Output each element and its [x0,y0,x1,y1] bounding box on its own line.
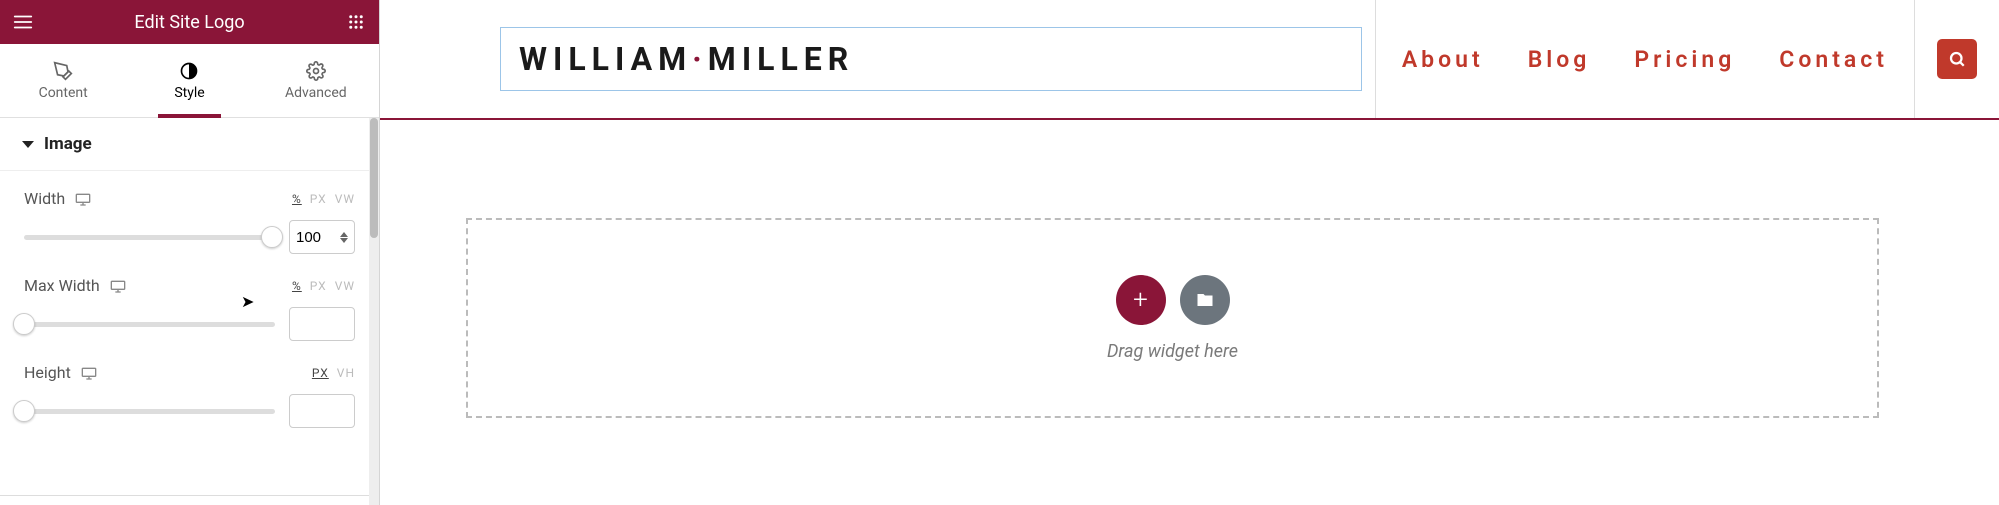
unit-vw[interactable]: VW [335,192,355,206]
height-slider-thumb[interactable] [13,400,35,422]
tab-content-label: Content [39,85,88,101]
width-input-box [289,220,355,254]
tab-advanced-label: Advanced [285,85,347,101]
sidebar-scrollbar[interactable] [369,118,379,505]
section-image-header[interactable]: Image [0,118,379,171]
site-logo-text: WILLIAM·MILLER [519,40,1343,78]
height-slider[interactable] [24,409,275,414]
add-section-button[interactable]: + [1116,275,1166,325]
responsive-icon[interactable] [75,192,91,206]
unit-px[interactable]: PX [312,366,329,380]
dropzone-hint: Drag widget here [1107,341,1238,362]
search-icon [1948,50,1966,68]
nav-about[interactable]: About [1402,46,1484,73]
site-nav: About Blog Pricing Contact [1375,0,1914,118]
logo-first: WILLIAM [519,40,692,78]
max-width-slider[interactable] [24,322,275,327]
image-controls: Width % PX VW [0,171,379,460]
logo-last: MILLER [708,40,855,78]
menu-icon[interactable] [12,11,34,33]
control-max-width: Max Width % PX VW [24,276,355,341]
section-image-label: Image [44,134,92,154]
unit-vh[interactable]: VH [337,366,355,380]
unit-px[interactable]: PX [310,279,327,293]
scrollbar-thumb[interactable] [370,118,378,238]
width-units: % PX VW [292,192,355,206]
unit-percent[interactable]: % [292,279,302,293]
responsive-icon[interactable] [110,279,126,293]
sidebar-header: Edit Site Logo [0,0,379,44]
control-height: Height PX VH [24,363,355,428]
nav-contact[interactable]: Contact [1779,46,1888,73]
unit-px[interactable]: PX [310,192,327,206]
responsive-icon[interactable] [81,366,97,380]
editor-tabs: Content Style Advanced [0,44,379,118]
tab-style[interactable]: Style [126,44,252,117]
preview-canvas: WILLIAM·MILLER About Blog Pricing Contac… [380,0,1999,505]
unit-vw[interactable]: VW [335,279,355,293]
chevron-down-icon [22,141,34,148]
tab-content[interactable]: Content [0,44,126,117]
height-label: Height [24,363,71,382]
tab-advanced[interactable]: Advanced [253,44,379,117]
logo-dot: · [692,40,708,78]
max-width-input[interactable] [296,316,330,333]
width-slider-thumb[interactable] [261,226,283,248]
editor-sidebar: Edit Site Logo Content Style Advanced Im… [0,0,380,505]
sidebar-title: Edit Site Logo [34,12,345,33]
width-slider[interactable] [24,235,275,240]
site-header: WILLIAM·MILLER About Blog Pricing Contac… [380,0,1999,120]
width-label: Width [24,189,65,208]
widget-dropzone[interactable]: + Drag widget here [466,218,1879,418]
apps-grid-icon[interactable] [345,11,367,33]
nav-blog[interactable]: Blog [1528,46,1591,73]
max-width-units: % PX VW [292,279,355,293]
width-step-up[interactable] [340,232,348,237]
site-logo-widget[interactable]: WILLIAM·MILLER [500,27,1362,91]
height-units: PX VH [312,366,355,380]
tab-style-label: Style [174,85,204,101]
nav-pricing[interactable]: Pricing [1634,46,1735,73]
template-library-button[interactable] [1180,275,1230,325]
max-width-label: Max Width [24,276,100,295]
divider [0,495,370,496]
control-width: Width % PX VW [24,189,355,254]
unit-percent[interactable]: % [292,192,302,206]
folder-icon [1195,291,1215,309]
max-width-slider-thumb[interactable] [13,313,35,335]
height-input-box [289,394,355,428]
search-button[interactable] [1937,39,1977,79]
plus-icon: + [1133,285,1148,315]
nav-search-wrap [1914,0,1999,118]
height-input[interactable] [296,403,330,420]
width-step-down[interactable] [340,238,348,243]
max-width-input-box [289,307,355,341]
width-input[interactable] [296,229,330,246]
